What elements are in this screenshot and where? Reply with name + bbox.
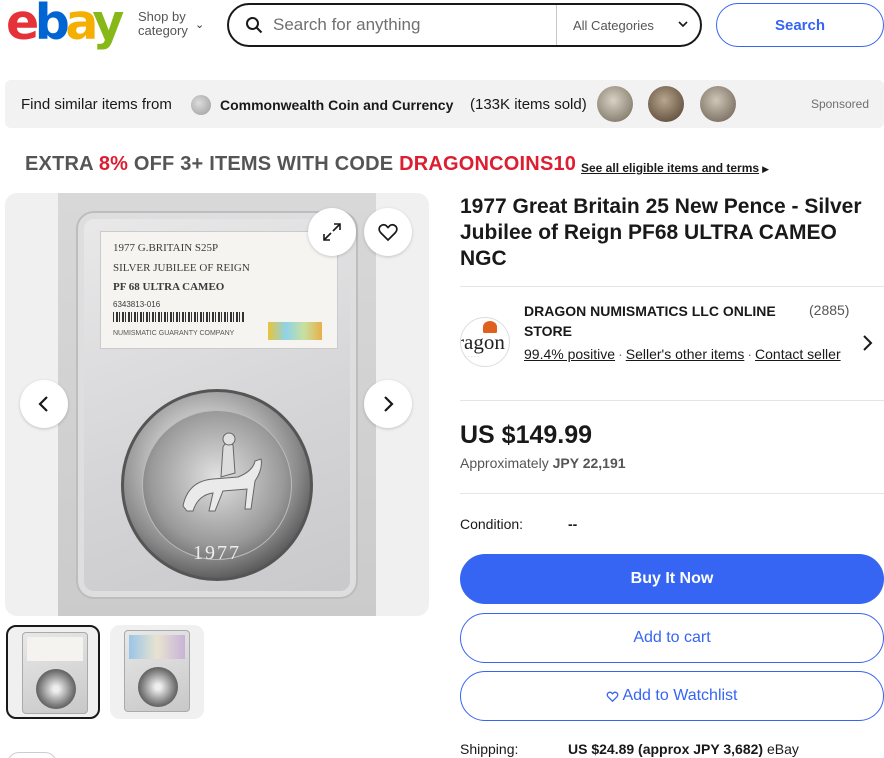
heart-icon	[606, 690, 619, 703]
promo-percent: 8%	[98, 153, 129, 175]
shop-by-line2: category	[138, 23, 188, 38]
slab-line1: 1977 G.BRITAIN S25P	[113, 242, 219, 254]
condition-value: --	[568, 516, 578, 532]
seller-logo-subtext: · · · · ·	[465, 354, 479, 360]
seller-name[interactable]: DRAGON NUMISMATICS LLC ONLINE STORE	[524, 301, 794, 341]
item-price: US $149.99	[460, 421, 593, 449]
thumbnail-2[interactable]	[110, 625, 204, 719]
logo-letter-y: y	[92, 0, 124, 51]
seller-logo[interactable]: ragon · · · · ·	[460, 317, 510, 367]
slab-company: NUMISMATIC GUARANTY COMPANY	[113, 330, 235, 337]
approx-value: JPY 22,191	[552, 455, 626, 471]
thumbnail-label	[27, 637, 83, 661]
carousel-control[interactable]	[7, 752, 57, 758]
thumbnail-slab	[22, 632, 88, 714]
slab-cert-number: 6343813-016	[113, 300, 161, 309]
next-image-button[interactable]	[364, 380, 412, 428]
chevron-left-icon	[38, 396, 48, 412]
thumbnail-label	[129, 635, 185, 659]
similar-items-bar: Find similar items from Commonwealth Coi…	[5, 80, 884, 128]
expand-icon	[323, 223, 341, 241]
add-to-cart-button[interactable]: Add to cart	[460, 613, 884, 663]
add-to-watchlist-label: Add to Watchlist	[622, 687, 738, 704]
divider	[460, 286, 884, 287]
promo-terms-link[interactable]: See all eligible items and terms ▶	[581, 161, 769, 175]
coin-year: 1977	[193, 542, 241, 564]
watch-heart-button[interactable]	[364, 208, 412, 256]
chevron-down-icon: ⌄	[195, 19, 205, 31]
logo-letter-b: b	[34, 0, 70, 51]
similar-item-thumbnail[interactable]	[597, 86, 633, 122]
chevron-down-icon	[678, 21, 688, 28]
expand-image-button[interactable]	[308, 208, 356, 256]
category-select[interactable]: All Categories	[573, 18, 654, 33]
add-to-watchlist-button[interactable]: Add to Watchlist	[460, 671, 884, 721]
slab-line3: PF 68 ULTRA CAMEO	[113, 281, 225, 293]
divider	[460, 493, 884, 494]
approx-price: Approximately JPY 22,191	[460, 455, 626, 471]
promo-code: DRAGONCOINS10	[399, 153, 577, 175]
seller-links: 99.4% positive · Seller's other items · Cont…	[524, 344, 844, 364]
search-button[interactable]: Search	[716, 3, 884, 47]
image-gallery: 1977 G.BRITAIN S25P SILVER JUBILEE OF RE…	[5, 193, 429, 616]
separator-dot: ·	[618, 346, 623, 362]
items-sold-count: (133K items sold)	[470, 96, 587, 113]
thumbnail-slab	[124, 630, 190, 712]
sponsored-label: Sponsored	[810, 97, 869, 111]
triangle-right-icon: ▶	[762, 164, 769, 174]
coin: 1977	[121, 389, 313, 581]
separator-dot: ·	[747, 346, 753, 362]
chevron-right-icon[interactable]	[860, 334, 874, 352]
thumbnail-coin	[36, 669, 76, 709]
globe-icon	[191, 95, 211, 115]
seller-feedback-count: (2885)	[809, 302, 850, 318]
item-title: 1977 Great Britain 25 New Pence - Silver…	[460, 195, 862, 270]
divider	[460, 400, 884, 401]
buy-it-now-button[interactable]: Buy It Now	[460, 554, 884, 604]
condition-label: Condition:	[460, 516, 524, 532]
previous-image-button[interactable]	[20, 380, 68, 428]
promo-banner: EXTRA 8% OFF 3+ ITEMS WITH CODE DRAGONCO…	[25, 153, 576, 176]
shop-by-category-button[interactable]: Shop by category ⌄	[138, 9, 204, 38]
heart-icon	[378, 223, 398, 242]
promo-prefix: EXTRA	[25, 153, 99, 175]
shop-by-line1: Shop by	[138, 9, 186, 24]
similar-store-link[interactable]: Commonwealth Coin and Currency	[220, 97, 453, 113]
seller-other-items-link[interactable]: Seller's other items	[626, 346, 745, 362]
search-bar: All Categories	[227, 3, 702, 47]
coin-slab: 1977 G.BRITAIN S25P SILVER JUBILEE OF RE…	[76, 211, 358, 599]
shipping-cost: US $24.89 (approx JPY 3,682)	[568, 741, 764, 757]
ebay-logo[interactable]: ebay	[6, 0, 124, 50]
slab-line2: SILVER JUBILEE OF REIGN	[113, 262, 250, 274]
horse-rider-icon	[182, 432, 262, 512]
thumbnail-1[interactable]	[6, 625, 100, 719]
logo-letter-e: e	[6, 0, 39, 51]
search-divider	[556, 5, 557, 45]
thumbnail-coin	[138, 667, 178, 707]
shipping-value: US $24.89 (approx JPY 3,682) eBay	[568, 741, 799, 757]
search-icon	[246, 17, 263, 34]
coin-relief	[142, 410, 292, 560]
similar-item-thumbnail[interactable]	[648, 86, 684, 122]
shipping-label: Shipping:	[460, 741, 519, 757]
similar-item-thumbnail[interactable]	[700, 86, 736, 122]
barcode	[113, 312, 245, 322]
search-input[interactable]	[273, 15, 553, 35]
similar-items-label: Find similar items from	[21, 96, 172, 113]
approx-label: Approximately	[460, 455, 549, 471]
main-product-image[interactable]: 1977 G.BRITAIN S25P SILVER JUBILEE OF RE…	[58, 193, 376, 616]
slab-label: 1977 G.BRITAIN S25P SILVER JUBILEE OF RE…	[100, 231, 338, 349]
promo-terms-label: See all eligible items and terms	[581, 161, 760, 175]
ngc-hologram	[268, 322, 322, 340]
shipping-carrier: eBay	[766, 741, 799, 757]
chevron-right-icon	[384, 396, 394, 412]
contact-seller-link[interactable]: Contact seller	[755, 346, 841, 362]
seller-positive-link[interactable]: 99.4% positive	[524, 346, 615, 362]
seller-logo-text: ragon	[460, 330, 505, 354]
logo-letter-a: a	[65, 0, 97, 51]
promo-middle: OFF 3+ ITEMS WITH CODE	[128, 153, 400, 175]
